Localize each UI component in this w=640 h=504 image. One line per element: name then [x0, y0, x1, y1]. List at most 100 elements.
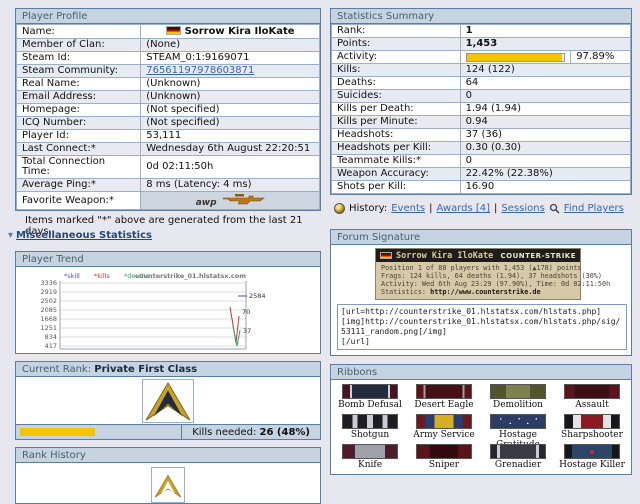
ribbon-item: Knife [333, 444, 407, 471]
svg-text:37: 37 [243, 327, 251, 335]
germany-flag-icon [165, 26, 181, 35]
table-row: Homepage: (Not specified) [15, 103, 320, 117]
separator: | [429, 203, 433, 214]
ribbon-label: Hostage Killer [559, 460, 625, 470]
profile-label: Homepage: [15, 103, 142, 117]
profile-label: Last Connect:* [15, 142, 142, 156]
table-row: Average Ping:* 8 ms (Latency: 4 ms) [15, 178, 320, 192]
table-row: Headshots: 37 (36) [331, 128, 632, 142]
stat-label: Teammate Kills:* [331, 154, 461, 168]
profile-label: Name: [15, 24, 142, 39]
ribbons-panel: Ribbons Bomb Defusal Desert Eagle Demoli… [330, 364, 632, 475]
table-row: Last Connect:* Wednesday 6th August 22:2… [15, 142, 320, 156]
current-rank-title: Current Rank: Private First Class [16, 362, 320, 377]
stat-value: 1.94 (1.94) [459, 102, 632, 116]
current-rank-label: Current Rank: [22, 364, 92, 375]
player-id-value: 53,111 [140, 129, 320, 143]
awp-label: awp [195, 198, 217, 208]
legend-kills: *kills [94, 272, 110, 280]
signature-header: Sorrow Kira IloKate Counter-Strike [376, 249, 580, 262]
stat-label: Headshots: [331, 128, 461, 142]
miscellaneous-statistics-link[interactable]: ▾ Miscellaneous Statistics [8, 230, 321, 242]
asterisk-note: Items marked "*" above are generated fro… [25, 215, 303, 237]
table-row: Total Connection Time: 0d 02:11:50h [15, 155, 320, 179]
chevron-down-icon: ▾ [8, 230, 14, 241]
find-players-link[interactable]: Find Players [564, 203, 624, 214]
activity-bar [466, 53, 563, 61]
table-row: Suicides: 0 [331, 89, 632, 103]
signature-stats-lines: Position 1 of 88 players with 1,453 (▲17… [376, 262, 610, 299]
stat-label: Deaths: [331, 76, 461, 90]
rank-value: 1 [459, 24, 632, 38]
ribbon-item: Desert Eagle [407, 384, 481, 411]
awards-link[interactable]: Awards [4] [436, 203, 490, 214]
signature-line: Position 1 of 88 players with 1,453 (▲17… [381, 264, 582, 272]
stat-value: 124 (122) [459, 63, 632, 77]
bbcode-textarea[interactable]: [url=http://counterstrike_01.hlstatsx.co… [337, 304, 627, 350]
sessions-link[interactable]: Sessions [501, 203, 544, 214]
ribbon-image [416, 384, 472, 399]
stat-label: Rank: [331, 24, 461, 38]
ribbon-label: Bomb Defusal [338, 400, 402, 410]
separator: | [494, 203, 498, 214]
kills-line [229, 306, 240, 344]
profile-label: Player Id: [15, 129, 142, 143]
table-row: Deaths: 64 [331, 76, 632, 90]
player-trend-chart: *skill *kills *deaths counterstrike_01.h… [16, 267, 320, 353]
ribbon-image [342, 384, 398, 399]
rank-history-panel: Rank History [15, 447, 321, 504]
ribbon-item: Assault [555, 384, 629, 411]
ribbon-image [416, 414, 472, 429]
player-name: Sorrow Kira IloKate [184, 26, 295, 37]
search-icon [549, 203, 560, 214]
ribbon-item: Sharpshooter [555, 414, 629, 441]
ribbons-grid: Bomb Defusal Desert Eagle Demolition Ass… [331, 380, 631, 474]
profile-label: Email Address: [15, 90, 142, 104]
ribbon-item: Bomb Defusal [333, 384, 407, 411]
signature-image: Sorrow Kira IloKate Counter-Strike Posit… [375, 248, 610, 300]
ribbon-image [416, 444, 472, 459]
ribbon-image [490, 384, 546, 399]
table-row: Kills per Death: 1.94 (1.94) [331, 102, 632, 116]
table-row: Points: 1,453 [331, 37, 632, 51]
current-rank-body [16, 377, 320, 424]
ribbon-label: Knife [357, 460, 383, 470]
germany-flag-icon [380, 252, 392, 259]
table-row: Steam Community: 76561197978603871 [15, 64, 320, 78]
history-links-bar: History: Events | Awards [4] | Sessions … [334, 202, 632, 215]
events-link[interactable]: Events [391, 203, 425, 214]
svg-text:1251: 1251 [40, 324, 57, 332]
profile-label: Steam Community: [15, 64, 142, 78]
table-row: Activity: 97.89% [331, 50, 631, 64]
points-value: 1,453 [459, 37, 632, 51]
signature-line: Statistics: http://www.counterstrike.de [381, 288, 541, 296]
stat-value: 0.30 (0.30) [459, 141, 632, 155]
legend-skill: *skill [64, 272, 80, 280]
svg-text:834: 834 [45, 333, 57, 341]
ribbon-image [490, 414, 546, 429]
profile-value: (Not specified) [140, 103, 320, 117]
profile-label: Average Ping:* [15, 178, 142, 192]
profile-value: (Unknown) [140, 77, 320, 91]
table-row: Favorite Weapon:* awp [15, 191, 320, 210]
stat-label: Weapon Accuracy: [331, 167, 461, 181]
svg-text:2502: 2502 [40, 297, 57, 305]
kills-needed-value: 26 (48%) [259, 426, 311, 438]
table-row: Rank: 1 [331, 24, 632, 38]
ribbon-item: Demolition [481, 384, 555, 411]
stat-label: Kills per Minute: [331, 115, 461, 129]
statistics-summary-title: Statistics Summary [331, 9, 631, 24]
rank-insignia-icon [145, 381, 191, 420]
steam-community-link[interactable]: 76561197978603871 [146, 65, 254, 76]
right-column: Statistics Summary Rank: 1 Points: 1,453… [330, 8, 632, 475]
table-row: Shots per Kill: 16.90 [331, 180, 632, 194]
statistics-table: Rank: 1 Points: 1,453 Activity: 97.89% K… [331, 24, 632, 194]
svg-text:1668: 1668 [40, 315, 57, 323]
table-row: Steam Id: STEAM_0:1:9169071 [15, 51, 320, 65]
rank-progress-bar [16, 426, 181, 438]
player-name-cell: Sorrow Kira IloKate [140, 24, 320, 39]
signature-stats-url: http://www.counterstrike.de [430, 288, 541, 296]
ribbon-label: Desert Eagle [414, 400, 474, 410]
y-axis-ticks: 3336 2919 2502 2085 1668 1251 834 417 [40, 279, 57, 350]
profile-label: ICQ Number: [15, 116, 142, 130]
